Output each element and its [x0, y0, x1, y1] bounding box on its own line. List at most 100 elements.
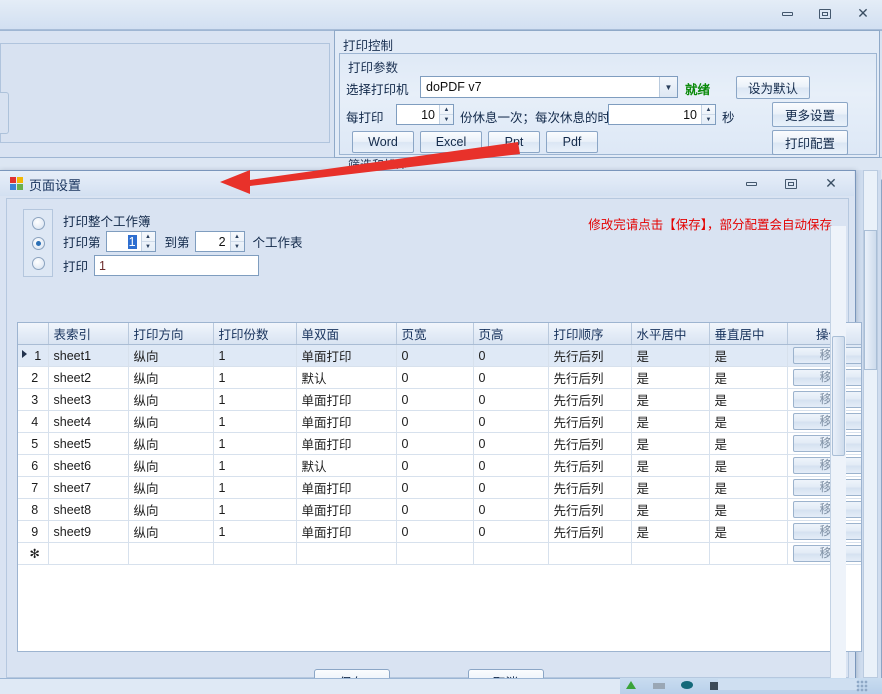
duplex-cell[interactable]: 单面打印 — [296, 498, 397, 521]
chevron-down-icon[interactable]: ▼ — [659, 77, 677, 97]
h-center-cell[interactable]: 是 — [631, 432, 710, 455]
dialog-scrollbar[interactable] — [830, 226, 846, 694]
spin-down-icon[interactable]: ▼ — [702, 115, 715, 124]
remove-row-button[interactable]: 移除 — [792, 391, 861, 408]
orientation-cell[interactable] — [128, 542, 214, 565]
page-width-cell[interactable]: 0 — [396, 454, 474, 477]
table-row[interactable]: 7sheet7纵向1单面打印00先行后列是是移除 — [18, 476, 861, 499]
col-sheet-index[interactable]: 表索引 — [48, 323, 129, 345]
row-header-cell[interactable]: 6 — [18, 454, 49, 477]
print-order-cell[interactable]: 先行后列 — [548, 498, 632, 521]
dialog-minimize-icon[interactable] — [740, 175, 762, 193]
radio-sheet-range[interactable] — [31, 236, 45, 250]
page-height-cell[interactable]: 0 — [473, 388, 549, 411]
orientation-cell[interactable]: 纵向 — [128, 388, 214, 411]
col-duplex[interactable]: 单双面 — [296, 323, 397, 345]
remove-row-button[interactable]: 移除 — [792, 435, 861, 452]
orientation-cell[interactable]: 纵向 — [128, 476, 214, 499]
print-order-cell[interactable]: 先行后列 — [548, 366, 632, 389]
page-width-cell[interactable]: 0 — [396, 366, 474, 389]
table-row[interactable]: 9sheet9纵向1单面打印00先行后列是是移除 — [18, 520, 861, 543]
v-center-cell[interactable]: 是 — [709, 476, 788, 499]
row-header-cell[interactable]: 5 — [18, 432, 49, 455]
v-center-cell[interactable]: 是 — [709, 520, 788, 543]
v-center-cell[interactable]: 是 — [709, 366, 788, 389]
sheet-index-cell[interactable]: sheet8 — [48, 498, 129, 521]
copies-cell[interactable]: 1 — [213, 432, 297, 455]
col-v-center[interactable]: 垂直居中 — [709, 323, 788, 345]
sheet-index-cell[interactable]: sheet4 — [48, 410, 129, 433]
minimize-icon[interactable] — [776, 5, 798, 23]
set-default-button[interactable]: 设为默认 — [736, 76, 810, 99]
spin-down-icon[interactable]: ▼ — [142, 242, 155, 251]
remove-row-button[interactable]: 移除 — [792, 479, 861, 496]
copies-cell[interactable]: 1 — [213, 498, 297, 521]
duplex-cell[interactable]: 默认 — [296, 366, 397, 389]
sheet-index-cell[interactable]: sheet6 — [48, 454, 129, 477]
page-width-cell[interactable]: 0 — [396, 498, 474, 521]
copies-cell[interactable]: 1 — [213, 410, 297, 433]
spin-up-icon[interactable]: ▲ — [141, 232, 155, 242]
page-height-cell[interactable] — [473, 542, 549, 565]
excel-button[interactable]: Excel — [420, 131, 482, 153]
row-header-cell[interactable]: 3 — [18, 388, 49, 411]
page-height-cell[interactable]: 0 — [473, 476, 549, 499]
duplex-cell[interactable]: 单面打印 — [296, 520, 397, 543]
duplex-cell[interactable] — [296, 542, 397, 565]
copies-cell[interactable]: 1 — [213, 344, 297, 367]
sheet-range-from-stepper[interactable]: 1 ▲ ▼ — [105, 231, 156, 252]
table-row[interactable]: 6sheet6纵向1默认00先行后列是是移除 — [18, 454, 861, 477]
table-row[interactable]: 8sheet8纵向1单面打印00先行后列是是移除 — [18, 498, 861, 521]
sheet-index-cell[interactable]: sheet5 — [48, 432, 129, 455]
row-header-cell[interactable]: 7 — [18, 476, 49, 499]
remove-row-button[interactable]: 移除 — [792, 347, 861, 364]
v-center-cell[interactable]: 是 — [709, 344, 788, 367]
sheet-range-to-stepper[interactable]: 2 ▲ ▼ — [194, 231, 245, 252]
dialog-scroll-thumb[interactable] — [832, 336, 845, 456]
dialog-maximize-icon[interactable] — [780, 175, 802, 193]
app-scroll-thumb[interactable] — [864, 230, 877, 370]
printer-select-combo[interactable]: doPDF v7 ▼ — [420, 76, 678, 98]
table-row[interactable]: 3sheet3纵向1单面打印00先行后列是是移除 — [18, 388, 861, 411]
row-header-cell[interactable]: ✻ — [18, 542, 49, 565]
v-center-cell[interactable]: 是 — [709, 432, 788, 455]
tray-icon-gray[interactable] — [652, 680, 666, 690]
page-width-cell[interactable]: 0 — [396, 520, 474, 543]
dialog-close-icon[interactable]: ✕ — [820, 175, 842, 193]
print-order-cell[interactable]: 先行后列 — [548, 388, 632, 411]
print-config-button[interactable]: 打印配置 — [772, 130, 848, 155]
spin-up-icon[interactable]: ▲ — [702, 105, 715, 115]
word-button[interactable]: Word — [352, 131, 414, 153]
col-rowselector[interactable] — [18, 323, 49, 345]
sheet-index-cell[interactable]: sheet9 — [48, 520, 129, 543]
row-header-cell[interactable]: 8 — [18, 498, 49, 521]
page-width-cell[interactable]: 0 — [396, 410, 474, 433]
custom-sheets-input[interactable]: 1 — [94, 255, 260, 276]
print-order-cell[interactable]: 先行后列 — [548, 344, 632, 367]
h-center-cell[interactable]: 是 — [631, 388, 710, 411]
rest-seconds-spin-buttons[interactable]: ▲ ▼ — [701, 105, 715, 124]
col-page-width[interactable]: 页宽 — [396, 323, 474, 345]
sheet-index-cell[interactable]: sheet2 — [48, 366, 129, 389]
rest-seconds-stepper[interactable]: 10 ▲ ▼ — [608, 104, 716, 125]
duplex-cell[interactable]: 单面打印 — [296, 432, 397, 455]
copies-cell[interactable]: 1 — [213, 520, 297, 543]
close-icon[interactable]: ✕ — [852, 5, 874, 23]
print-order-cell[interactable]: 先行后列 — [548, 476, 632, 499]
h-center-cell[interactable]: 是 — [631, 366, 710, 389]
spin-up-icon[interactable]: ▲ — [440, 105, 453, 115]
h-center-cell[interactable]: 是 — [631, 410, 710, 433]
copies-cell[interactable]: 1 — [213, 366, 297, 389]
table-row[interactable]: 1sheet1纵向1单面打印00先行后列是是移除 — [18, 344, 861, 367]
col-print-order[interactable]: 打印顺序 — [548, 323, 632, 345]
remove-row-button[interactable]: 移除 — [792, 523, 861, 540]
page-height-cell[interactable]: 0 — [473, 366, 549, 389]
copies-cell[interactable]: 1 — [213, 476, 297, 499]
orientation-cell[interactable]: 纵向 — [128, 520, 214, 543]
page-height-cell[interactable]: 0 — [473, 520, 549, 543]
page-width-cell[interactable]: 0 — [396, 432, 474, 455]
page-height-cell[interactable]: 0 — [473, 498, 549, 521]
tray-icon-teal[interactable] — [680, 680, 694, 690]
print-order-cell[interactable] — [548, 542, 632, 565]
row-header-cell[interactable]: 1 — [18, 344, 49, 367]
